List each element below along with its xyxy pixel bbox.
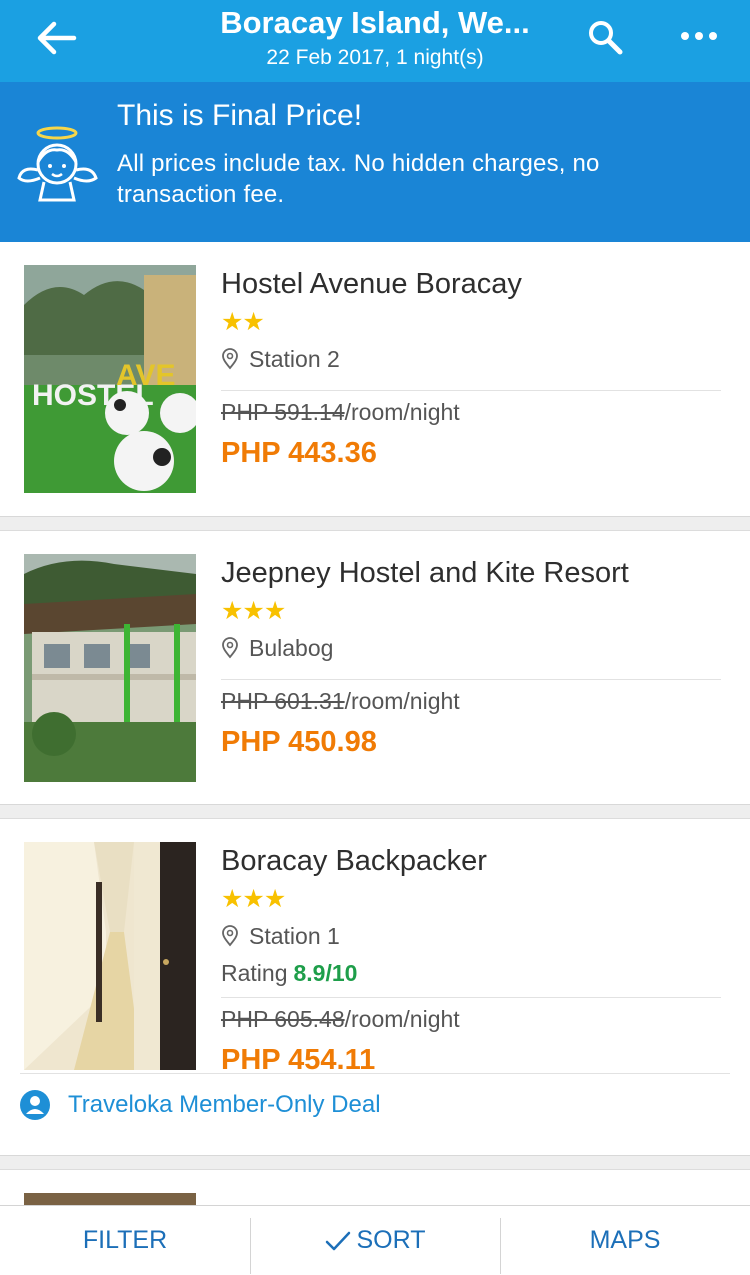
card-separator (0, 805, 750, 819)
divider (221, 997, 721, 998)
hotel-location: Station 1 (221, 921, 721, 951)
original-price-line: PHP 591.14/room/night (221, 397, 721, 427)
original-price: PHP 605.48 (221, 1006, 345, 1032)
search-icon (589, 21, 623, 55)
banner-text: All prices include tax. No hidden charge… (117, 150, 600, 208)
hotel-name: Boracay Backpacker (221, 845, 487, 877)
more-horizontal-icon (681, 32, 717, 40)
card-separator (0, 1156, 750, 1170)
card-separator (0, 517, 750, 531)
filter-label: FILTER (82, 1226, 168, 1254)
original-price: PHP 601.31 (221, 688, 345, 714)
guest-rating: Rating 8.9/10 (221, 958, 721, 988)
location-label: Station 2 (249, 346, 340, 372)
map-pin-icon (222, 637, 238, 659)
header-title-group: Boracay Island, We... 22 Feb 2017, 1 nig… (150, 4, 600, 72)
current-price: PHP 443.36 (221, 437, 377, 469)
location-label: Bulabog (249, 635, 334, 661)
bottom-action-bar: FILTER SORT MAPS (0, 1205, 750, 1275)
user-badge-icon (20, 1089, 50, 1120)
price-unit: /room/night (344, 399, 460, 425)
hotel-list: HOSTEL AVE Hostel Avenue Boracay ★★ Stat… (0, 242, 750, 1230)
rating-label: Rating (221, 960, 288, 986)
map-pin-icon (222, 925, 238, 947)
hotel-info: Hostel Avenue Boracay ★★ Station 2 PHP 5… (221, 266, 721, 471)
original-price-line: PHP 601.31/room/night (221, 686, 721, 716)
hotel-photo (24, 554, 196, 782)
location-label: Station 1 (249, 923, 340, 949)
page-title: Boracay Island, We... (220, 5, 530, 40)
divider (221, 390, 721, 391)
star-rating: ★★★ (221, 597, 286, 625)
hotel-name: Jeepney Hostel and Kite Resort (221, 557, 629, 589)
member-deal-row[interactable]: Traveloka Member-Only Deal (20, 1073, 730, 1135)
price-unit: /room/night (344, 1006, 460, 1032)
search-button[interactable] (584, 16, 628, 60)
star-rating: ★★ (221, 308, 265, 336)
hotel-info: Boracay Backpacker ★★★ Station 1 Rating 8… (221, 843, 721, 1078)
page-subtitle: 22 Feb 2017, 1 night(s) (266, 46, 484, 69)
back-button[interactable] (28, 14, 84, 62)
hotel-card[interactable]: Jeepney Hostel and Kite Resort ★★★ Bulab… (0, 531, 750, 805)
maps-button[interactable]: MAPS (500, 1206, 750, 1275)
hotel-name: Hostel Avenue Boracay (221, 268, 522, 300)
banner-title: This is Final Price! (117, 99, 363, 132)
hotel-photo (24, 842, 196, 1070)
svg-text:AVE: AVE (116, 359, 175, 392)
member-deal-label: Traveloka Member-Only Deal (68, 1090, 381, 1118)
hotel-card[interactable]: HOSTEL AVE Hostel Avenue Boracay ★★ Stat… (0, 242, 750, 517)
final-price-banner: This is Final Price! All prices include … (0, 82, 750, 242)
hotel-info: Jeepney Hostel and Kite Resort ★★★ Bulab… (221, 555, 721, 760)
maps-label: MAPS (589, 1226, 661, 1254)
filter-button[interactable]: FILTER (0, 1206, 250, 1275)
hotel-location: Station 2 (221, 344, 721, 374)
angel-icon (17, 126, 98, 202)
current-price: PHP 450.98 (221, 726, 377, 758)
price-unit: /room/night (344, 688, 460, 714)
original-price: PHP 591.14 (221, 399, 345, 425)
checkmark-icon (325, 1231, 350, 1250)
hotel-photo: HOSTEL AVE (24, 265, 196, 493)
more-button[interactable] (676, 20, 722, 54)
top-bar: Boracay Island, We... 22 Feb 2017, 1 nig… (0, 0, 750, 82)
rating-score: 8.9/10 (293, 960, 358, 986)
arrow-left-icon (37, 21, 77, 55)
original-price-line: PHP 605.48/room/night (221, 1004, 721, 1034)
map-pin-icon (222, 348, 238, 370)
hotel-location: Bulabog (221, 633, 721, 663)
divider (221, 679, 721, 680)
sort-label: SORT (356, 1226, 426, 1254)
sort-button[interactable]: SORT (250, 1206, 500, 1275)
star-rating: ★★★ (221, 885, 286, 913)
hotel-card[interactable]: Boracay Backpacker ★★★ Station 1 Rating 8… (0, 819, 750, 1156)
